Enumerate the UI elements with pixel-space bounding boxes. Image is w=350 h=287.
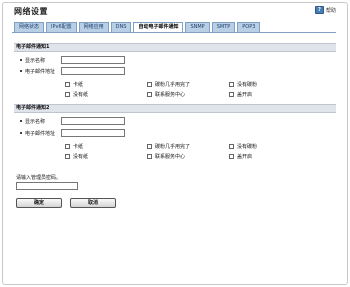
section-header-notification-1: 电子邮件通知1 bbox=[14, 43, 336, 52]
option-paper-jam-1[interactable]: 卡纸 bbox=[65, 81, 147, 88]
email-address-row-1: 电子邮件地址 bbox=[20, 67, 125, 75]
display-name-row-2: 显示名称 bbox=[20, 117, 125, 125]
email-address-label-1: 电子邮件地址 bbox=[25, 68, 56, 75]
checkbox[interactable] bbox=[65, 154, 70, 159]
checkbox[interactable] bbox=[65, 92, 70, 97]
checkbox[interactable] bbox=[65, 144, 70, 149]
checkbox[interactable] bbox=[147, 82, 152, 87]
admin-password-label: 请输入管理员密码。 bbox=[16, 175, 62, 181]
email-address-input-1[interactable] bbox=[61, 67, 125, 75]
option-label: 没有纸 bbox=[73, 154, 89, 160]
option-label: 碳粉几乎用完了 bbox=[155, 144, 191, 150]
display-name-label-1: 显示名称 bbox=[25, 57, 46, 64]
cancel-button[interactable]: 取消 bbox=[70, 198, 116, 208]
notification-options-1: 卡纸 碳粉几乎用完了 没有碳粉 没有纸 联系服务中心 盖开启 bbox=[65, 81, 289, 98]
option-contact-service-2[interactable]: 联系服务中心 bbox=[147, 153, 229, 160]
bullet-icon bbox=[20, 59, 22, 61]
tab-auto-email-notification[interactable]: 自动电子邮件通知 bbox=[133, 22, 184, 32]
checkbox[interactable] bbox=[229, 144, 234, 149]
tab-network-application[interactable]: 网络应用 bbox=[78, 22, 109, 32]
tab-divider bbox=[12, 32, 336, 33]
option-contact-service-1[interactable]: 联系服务中心 bbox=[147, 91, 229, 98]
tab-bar: 网络状态 IPv6配置 网络应用 DNS 自动电子邮件通知 SNMP SMTP … bbox=[14, 22, 261, 32]
admin-password-input[interactable] bbox=[16, 182, 78, 190]
bullet-icon bbox=[20, 132, 22, 134]
display-name-input-1[interactable] bbox=[61, 56, 125, 64]
option-label: 联系服务中心 bbox=[155, 92, 186, 98]
option-toner-almost-empty-1[interactable]: 碳粉几乎用完了 bbox=[147, 81, 229, 88]
option-no-toner-1[interactable]: 没有碳粉 bbox=[229, 81, 289, 88]
option-label: 卡纸 bbox=[73, 144, 84, 150]
bullet-icon bbox=[20, 120, 22, 122]
option-no-toner-2[interactable]: 没有碳粉 bbox=[229, 143, 289, 150]
tab-smtp[interactable]: SMTP bbox=[211, 22, 236, 32]
option-label: 联系服务中心 bbox=[155, 154, 186, 160]
tab-dns[interactable]: DNS bbox=[110, 22, 132, 32]
email-address-row-2: 电子邮件地址 bbox=[20, 129, 125, 137]
option-label: 卡纸 bbox=[73, 82, 84, 88]
tab-pop3[interactable]: POP3 bbox=[237, 22, 261, 32]
checkbox[interactable] bbox=[229, 92, 234, 97]
email-address-label-2: 电子邮件地址 bbox=[25, 130, 56, 137]
option-label: 没有碳粉 bbox=[237, 82, 258, 88]
checkbox[interactable] bbox=[65, 82, 70, 87]
option-label: 盖开启 bbox=[237, 154, 253, 160]
option-paper-jam-2[interactable]: 卡纸 bbox=[65, 143, 147, 150]
display-name-input-2[interactable] bbox=[61, 117, 125, 125]
ok-button[interactable]: 确定 bbox=[16, 198, 62, 208]
option-label: 碳粉几乎用完了 bbox=[155, 82, 191, 88]
checkbox[interactable] bbox=[229, 154, 234, 159]
notification-options-2: 卡纸 碳粉几乎用完了 没有碳粉 没有纸 联系服务中心 盖开启 bbox=[65, 143, 289, 160]
display-name-row-1: 显示名称 bbox=[20, 56, 125, 64]
tab-snmp[interactable]: SNMP bbox=[185, 22, 210, 32]
checkbox[interactable] bbox=[147, 144, 152, 149]
email-address-input-2[interactable] bbox=[61, 129, 125, 137]
option-toner-almost-empty-2[interactable]: 碳粉几乎用完了 bbox=[147, 143, 229, 150]
bullet-icon bbox=[20, 70, 22, 72]
checkbox[interactable] bbox=[147, 92, 152, 97]
help-link[interactable]: ? 帮助 bbox=[314, 6, 336, 14]
page-title: 网络设置 bbox=[14, 7, 48, 16]
option-no-paper-2[interactable]: 没有纸 bbox=[65, 153, 147, 160]
option-label: 盖开启 bbox=[237, 92, 253, 98]
tab-network-status[interactable]: 网络状态 bbox=[14, 22, 45, 32]
checkbox[interactable] bbox=[229, 82, 234, 87]
option-label: 没有碳粉 bbox=[237, 144, 258, 150]
option-cover-open-1[interactable]: 盖开启 bbox=[229, 91, 289, 98]
option-label: 没有纸 bbox=[73, 92, 89, 98]
help-book-icon: ? bbox=[314, 6, 324, 14]
option-no-paper-1[interactable]: 没有纸 bbox=[65, 91, 147, 98]
section-header-notification-2: 电子邮件通知2 bbox=[14, 104, 336, 113]
help-label: 帮助 bbox=[325, 7, 336, 14]
option-cover-open-2[interactable]: 盖开启 bbox=[229, 153, 289, 160]
display-name-label-2: 显示名称 bbox=[25, 118, 46, 125]
tab-ipv6-config[interactable]: IPv6配置 bbox=[46, 22, 77, 32]
checkbox[interactable] bbox=[147, 154, 152, 159]
